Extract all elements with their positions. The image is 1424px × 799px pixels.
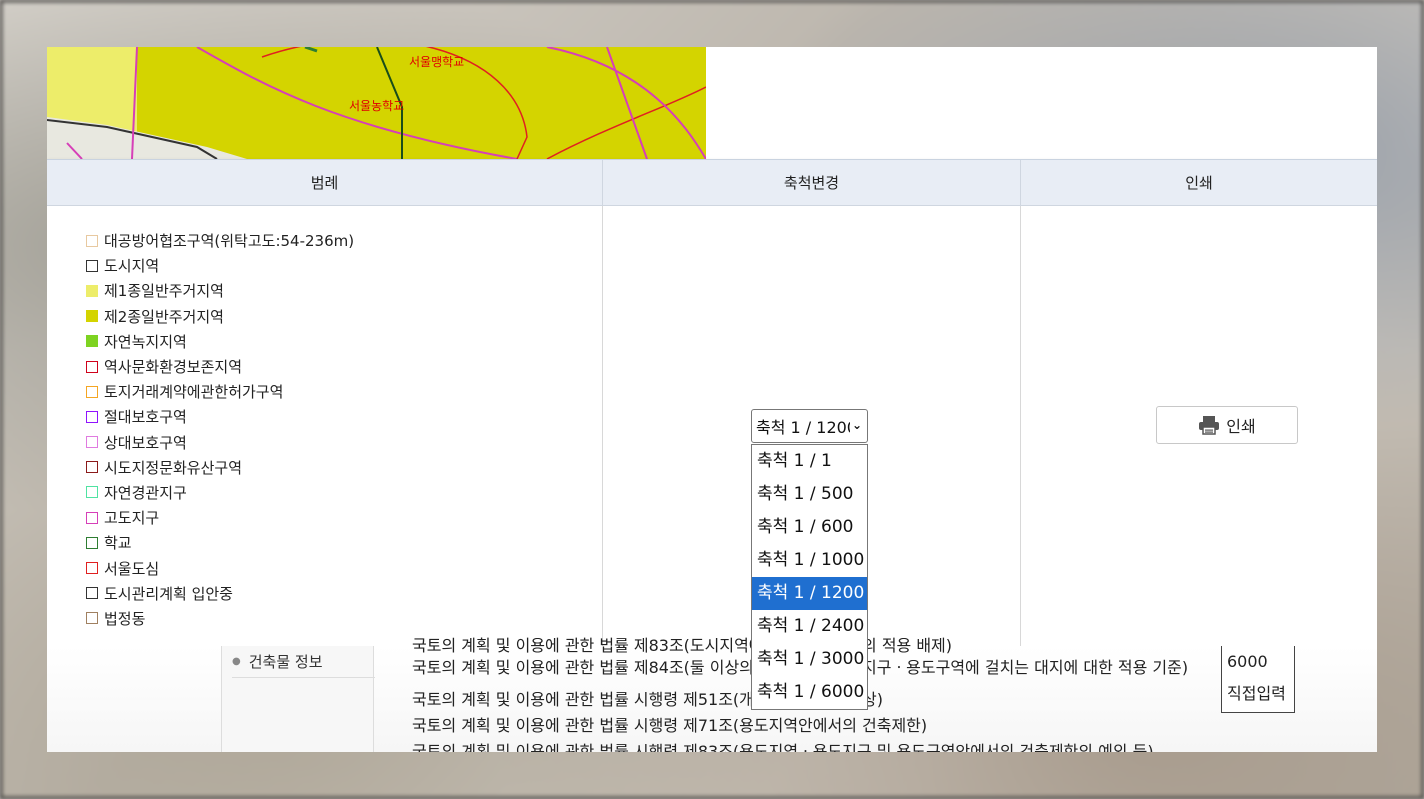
printer-icon	[1199, 416, 1220, 435]
legend-swatch-icon	[86, 562, 98, 575]
legend-swatch-icon	[86, 461, 98, 474]
law-link[interactable]: 국토의 계획 및 이용에 관한 법률 제83조(도시지역에서의 다른 법률의 적…	[412, 632, 952, 656]
scale-option-6000[interactable]: 6000	[1227, 646, 1294, 678]
legend-item: 역사문화환경보존지역	[86, 354, 602, 379]
legend-swatch-icon	[86, 385, 98, 398]
legend-label: 시도지정문화유산구역	[104, 458, 243, 477]
scale-select[interactable]: 축척 1 / 1200 ⌄	[751, 409, 868, 443]
print-button[interactable]: 인쇄	[1156, 406, 1298, 444]
scale-option[interactable]: 축척 1 / 500	[752, 478, 867, 511]
legend-item: 상대보호구역	[86, 430, 602, 455]
scale-dropdown[interactable]: 축척 1 / 1 축척 1 / 500 축척 1 / 600 축척 1 / 1000 축…	[751, 444, 868, 710]
scale-input-box: 6000 직접입력	[1221, 646, 1295, 713]
bullet-icon: ●	[232, 656, 241, 667]
legend-swatch-icon	[86, 335, 98, 348]
legend-swatch-icon	[86, 284, 98, 297]
side-nav-label: 건축물 정보	[248, 653, 323, 671]
legend-item: 도시관리계획 입안중	[86, 581, 602, 606]
legend-label: 상대보호구역	[104, 433, 187, 452]
header-print: 인쇄	[1185, 174, 1213, 192]
legend-label: 역사문화환경보존지역	[104, 358, 243, 377]
legend-swatch-icon	[86, 536, 98, 549]
legend-swatch-icon	[86, 410, 98, 423]
legend-label: 절대보호구역	[104, 408, 187, 427]
header-legend: 범례	[47, 160, 603, 205]
panel-body: 대공방어협조구역(위탁고도:54-236m) 도시지역제1종일반주거지역제2종일반…	[47, 206, 1377, 710]
legend-swatch-icon	[86, 259, 98, 272]
legend-label: 제1종일반주거지역	[104, 282, 224, 301]
legend-item: 자연녹지지역	[86, 329, 602, 354]
modal-page: 서울맹학교 서울농학교 범례 축척변경 인쇄 대공방어협조구역(위탁고도:54-…	[47, 47, 1377, 752]
scale-option[interactable]: 축척 1 / 1	[752, 445, 867, 478]
legend-list: 대공방어협조구역(위탁고도:54-236m) 도시지역제1종일반주거지역제2종일반…	[47, 206, 603, 646]
scale-select-value: 축척 1 / 1200	[756, 418, 857, 437]
legend-label: 학교	[104, 534, 132, 553]
scale-option[interactable]: 축척 1 / 600	[752, 511, 867, 544]
legend-swatch-icon	[86, 310, 98, 323]
scale-option[interactable]: 축척 1 / 1000	[752, 544, 867, 577]
legend-item: 시도지정문화유산구역	[86, 455, 602, 480]
legend-label: 서울도심	[104, 559, 160, 578]
legend-swatch-icon	[86, 360, 98, 373]
legend-label: 제2종일반주거지역	[104, 307, 224, 326]
panel-header: 범례 축척변경 인쇄	[47, 160, 1377, 206]
underlying-content: ● 건축물 정보 국토의 계획 및 이용에 관한 법률 제83조(도시지역에서의…	[47, 636, 1377, 752]
legend-swatch-icon	[86, 612, 98, 625]
legend-item: 절대보호구역	[86, 404, 602, 429]
side-nav: ● 건축물 정보	[221, 646, 375, 752]
print-section: 인쇄	[1021, 206, 1377, 646]
header-scale: 축척변경	[603, 160, 1021, 205]
legend-item: 제2종일반주거지역	[86, 304, 602, 329]
map-label-school-2: 서울농학교	[349, 99, 405, 113]
legend-item: 자연경관지구	[86, 480, 602, 505]
legend-label: 고도지구	[104, 509, 160, 528]
legend-item: 토지거래계약에관한허가구역	[86, 379, 602, 404]
scale-option-custom[interactable]: 직접입력	[1227, 678, 1294, 710]
legend-swatch-icon	[86, 436, 98, 449]
legend-item: 법정동	[86, 606, 602, 631]
scale-option[interactable]: 축척 1 / 3000	[752, 643, 867, 676]
legend-item: 고도지구	[86, 505, 602, 530]
scale-option[interactable]: 축척 1 / 6000	[752, 676, 867, 709]
law-link[interactable]: 국토의 계획 및 이용에 관한 법률 시행령 제71조(용도지역안에서의 건축제…	[412, 712, 927, 736]
legend-label: 자연녹지지역	[104, 332, 187, 351]
print-button-label: 인쇄	[1226, 417, 1256, 436]
scale-option[interactable]: 축척 1 / 2400	[752, 610, 867, 643]
map-label-school-1: 서울맹학교	[409, 55, 465, 69]
scale-option[interactable]: 축척 1 / 1200	[752, 577, 867, 610]
legend-swatch-icon	[86, 587, 98, 600]
scale-section: 축척 1 / 1200 ⌄ 축척 1 / 1 축척 1 / 500 축척 1 / 6…	[603, 206, 1021, 710]
legend-item: 도시지역	[86, 253, 602, 278]
legend-swatch-icon	[86, 511, 98, 524]
legend-label: 토지거래계약에관한허가구역	[104, 383, 284, 402]
legend-item: 학교	[86, 530, 602, 555]
side-nav-item-building-info[interactable]: ● 건축물 정보	[232, 646, 375, 678]
chevron-down-icon: ⌄	[850, 418, 864, 434]
map-view[interactable]: 서울맹학교 서울농학교	[47, 47, 706, 159]
law-link[interactable]: 국토의 계획 및 이용에 관한 법률 시행령 제83조(용도지역ㆍ용도지구 및 …	[412, 738, 1154, 752]
legend-item: 제1종일반주거지역	[86, 278, 602, 303]
legend-label: 법정동	[104, 609, 146, 628]
legend-item: 대공방어협조구역(위탁고도:54-236m)	[86, 228, 602, 253]
legend-swatch-icon	[86, 234, 98, 247]
legend-label: 도시관리계획 입안중	[104, 584, 233, 603]
legend-label: 대공방어협조구역(위탁고도:54-236m)	[104, 232, 355, 251]
map-tools-panel: 범례 축척변경 인쇄 대공방어협조구역(위탁고도:54-236m) 도시지역제1종…	[47, 159, 1377, 710]
legend-label: 도시지역	[104, 257, 160, 276]
legend-swatch-icon	[86, 486, 98, 499]
legend-label: 자연경관지구	[104, 483, 187, 502]
legend-item: 서울도심	[86, 555, 602, 580]
